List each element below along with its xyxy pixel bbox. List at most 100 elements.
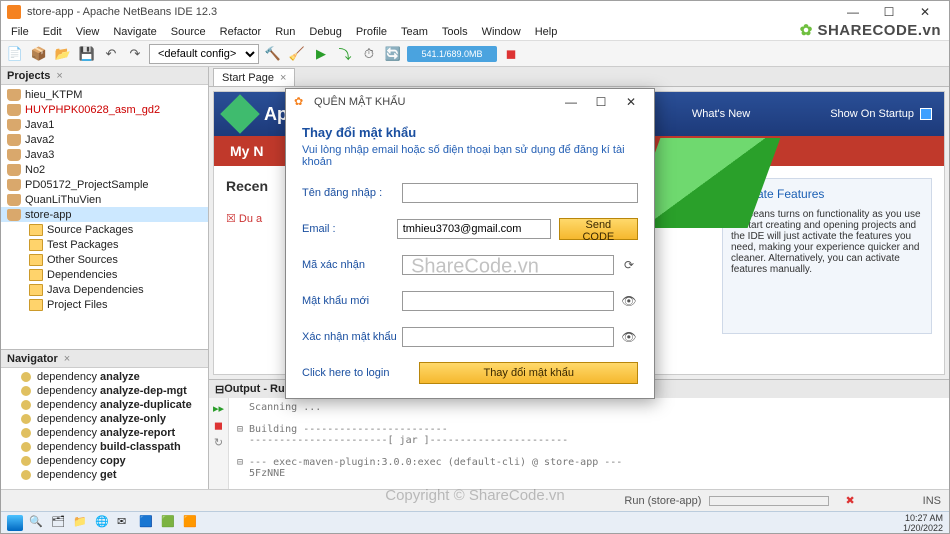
- open-icon[interactable]: 📂: [53, 44, 73, 64]
- redo-icon[interactable]: ↷: [125, 44, 145, 64]
- start-icon[interactable]: [7, 515, 23, 531]
- stop-icon[interactable]: ◼: [214, 419, 223, 432]
- maximize-button[interactable]: ☐: [871, 2, 907, 22]
- output-text[interactable]: Scanning ... ⊟ Building ----------------…: [229, 398, 949, 489]
- show-startup-label: Show On Startup: [830, 108, 914, 120]
- menu-help[interactable]: Help: [529, 25, 564, 39]
- run-icon[interactable]: ▶: [311, 44, 331, 64]
- project-node: QuanLiThuVien: [1, 192, 208, 207]
- taskbar: 🔍 🗂 📁 🌐 ✉ 🟦 🟩 🟧 10:27 AM1/20/2022: [1, 511, 949, 533]
- close-icon[interactable]: ×: [280, 72, 286, 84]
- config-select[interactable]: <default config>: [149, 44, 259, 64]
- toolbar: 📄 📦 📂 💾 ↶ ↷ <default config> 🔨 🧹 ▶ ⤵ ⏱ 🔄…: [1, 41, 949, 67]
- code-input[interactable]: [402, 255, 614, 275]
- gear-icon: [21, 456, 31, 466]
- menu-navigate[interactable]: Navigate: [107, 25, 162, 39]
- email-input[interactable]: [397, 219, 551, 239]
- eye-icon[interactable]: 👁: [620, 294, 638, 308]
- stop-icon[interactable]: ◼: [501, 44, 521, 64]
- projects-panel-header[interactable]: Projects×: [1, 67, 208, 85]
- gear-icon: [21, 400, 31, 410]
- refresh-icon[interactable]: ⟳: [620, 258, 638, 272]
- project-node: Java2: [1, 132, 208, 147]
- close-icon[interactable]: ×: [64, 353, 70, 365]
- task-icon[interactable]: 🟦: [139, 515, 155, 531]
- confirm-label: Xác nhận mật khẩu: [302, 331, 402, 343]
- tab-start-page[interactable]: Start Page×: [213, 68, 295, 86]
- reload-icon[interactable]: ↻: [214, 436, 223, 449]
- menu-refactor[interactable]: Refactor: [214, 25, 268, 39]
- menu-team[interactable]: Team: [395, 25, 434, 39]
- dialog-maximize-button[interactable]: ☐: [586, 95, 616, 109]
- debug-icon[interactable]: ⤵: [335, 44, 355, 64]
- statusbar: Run (store-app) ✖ INS: [1, 489, 949, 511]
- menu-view[interactable]: View: [70, 25, 106, 39]
- window-title: store-app - Apache NetBeans IDE 12.3: [27, 6, 217, 18]
- clean-icon[interactable]: 🧹: [287, 44, 307, 64]
- build-icon[interactable]: 🔨: [263, 44, 283, 64]
- menu-run[interactable]: Run: [269, 25, 301, 39]
- memory-meter[interactable]: 541.1/689.0MB: [407, 46, 497, 62]
- new-password-input[interactable]: [402, 291, 614, 311]
- output-gutter: ▸▸ ◼ ↻: [209, 398, 229, 489]
- run-icon[interactable]: ▸▸: [213, 402, 224, 415]
- projects-tree[interactable]: hieu_KTPM HUYPHPK00628_asm_gd2 Java1 Jav…: [1, 85, 208, 349]
- whats-new-link[interactable]: What's New: [692, 108, 750, 120]
- menu-debug[interactable]: Debug: [303, 25, 347, 39]
- task-icon[interactable]: 🌐: [95, 515, 111, 531]
- tree-folder: Dependencies: [1, 267, 208, 282]
- dialog-minimize-button[interactable]: —: [556, 95, 586, 109]
- undo-icon[interactable]: ↶: [101, 44, 121, 64]
- dialog-close-button[interactable]: ✕: [616, 95, 646, 109]
- submit-button[interactable]: Thay đổi mật khẩu: [419, 362, 638, 384]
- save-icon[interactable]: 💾: [77, 44, 97, 64]
- gear-icon: [21, 386, 31, 396]
- reload-icon[interactable]: 🔄: [383, 44, 403, 64]
- recent-error: Du a: [239, 213, 262, 225]
- task-icon[interactable]: 🗂: [51, 515, 67, 531]
- minimize-button[interactable]: —: [835, 2, 871, 22]
- close-icon[interactable]: ×: [56, 70, 62, 82]
- navigator-list[interactable]: dependency analyze dependency analyze-de…: [1, 368, 208, 489]
- tree-folder: Project Files: [1, 297, 208, 312]
- gear-icon: [21, 470, 31, 480]
- tree-folder: Test Packages: [1, 237, 208, 252]
- tree-folder: Other Sources: [1, 252, 208, 267]
- task-icon[interactable]: 🟩: [161, 515, 177, 531]
- task-icon[interactable]: ✉: [117, 515, 133, 531]
- menu-source[interactable]: Source: [165, 25, 212, 39]
- titlebar: store-app - Apache NetBeans IDE 12.3 — ☐…: [1, 1, 949, 23]
- brand-watermark: ✿ SHARECODE.vn: [800, 21, 941, 39]
- new-project-icon[interactable]: 📦: [29, 44, 49, 64]
- task-icon[interactable]: 🔍: [29, 515, 45, 531]
- menu-tools[interactable]: Tools: [436, 25, 474, 39]
- menu-file[interactable]: File: [5, 25, 35, 39]
- project-node: PD05172_ProjectSample: [1, 177, 208, 192]
- task-icon[interactable]: 📁: [73, 515, 89, 531]
- dialog-subtitle: Vui lòng nhập email hoặc số điện thoại b…: [302, 144, 638, 168]
- login-link[interactable]: Click here to login: [302, 367, 389, 379]
- status-run: Run (store-app): [624, 495, 701, 507]
- username-input[interactable]: [402, 183, 638, 203]
- gear-icon: [21, 442, 31, 452]
- send-code-button[interactable]: Send CODE: [559, 218, 638, 240]
- dialog-heading: Thay đổi mật khẩu: [302, 125, 638, 140]
- tray-clock[interactable]: 10:27 AM1/20/2022: [903, 513, 943, 533]
- navigator-panel-header[interactable]: Navigator×: [1, 350, 208, 368]
- task-icon[interactable]: 🟧: [183, 515, 199, 531]
- editor-tabstrip: Start Page×: [209, 67, 949, 87]
- new-file-icon[interactable]: 📄: [5, 44, 25, 64]
- newpw-label: Mật khẩu mới: [302, 295, 402, 307]
- profile-icon[interactable]: ⏱: [359, 44, 379, 64]
- confirm-password-input[interactable]: [402, 327, 614, 347]
- project-node: Java1: [1, 117, 208, 132]
- menu-profile[interactable]: Profile: [350, 25, 393, 39]
- app-icon: [7, 5, 21, 19]
- close-button[interactable]: ✕: [907, 2, 943, 22]
- project-node: No2: [1, 162, 208, 177]
- menu-window[interactable]: Window: [476, 25, 527, 39]
- show-startup-checkbox[interactable]: [920, 108, 932, 120]
- stop-task-icon[interactable]: ✖: [845, 494, 854, 507]
- menu-edit[interactable]: Edit: [37, 25, 68, 39]
- eye-icon[interactable]: 👁: [620, 330, 638, 344]
